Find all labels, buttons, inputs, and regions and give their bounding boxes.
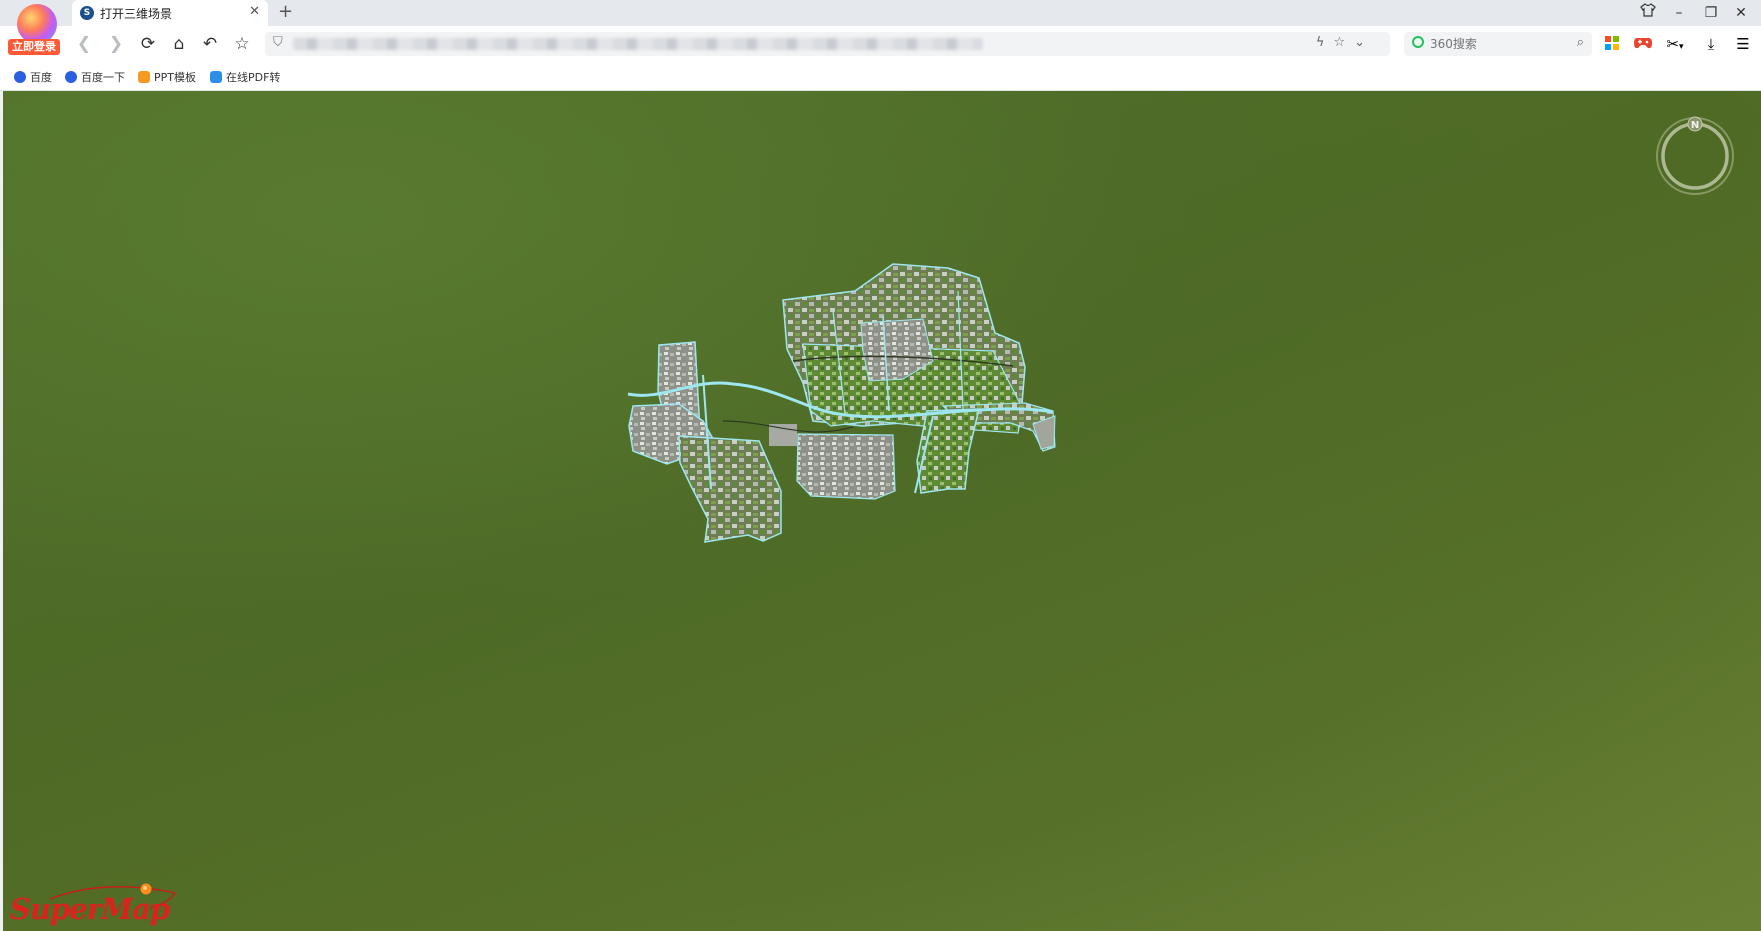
chevron-down-icon[interactable]: ⌄ bbox=[1354, 35, 1374, 50]
tab-favicon-icon: S bbox=[80, 6, 94, 20]
baidu-paw-icon bbox=[14, 71, 26, 83]
district-southwest[interactable] bbox=[678, 435, 782, 543]
favorite-star-button[interactable]: ☆ bbox=[231, 33, 253, 55]
tab-close-icon[interactable]: ✕ bbox=[249, 4, 260, 19]
supermap-wordmark: SuperMap bbox=[10, 892, 170, 926]
360-search-logo-icon bbox=[1412, 36, 1424, 48]
tab-strip: 立即登录 S 打开三维场景 ✕ + – ❐ ✕ bbox=[0, 0, 1761, 55]
tab-title: 打开三维场景 bbox=[100, 7, 173, 21]
security-shield-icon[interactable]: ⛉ bbox=[273, 35, 283, 50]
game-controller-icon[interactable] bbox=[1633, 35, 1653, 53]
district-southeast[interactable] bbox=[916, 408, 980, 494]
baidu-paw-icon bbox=[65, 71, 77, 83]
bookmark-ppt-templates[interactable]: PPT模板 bbox=[138, 69, 196, 85]
download-icon[interactable]: ⤓ bbox=[1701, 35, 1721, 53]
lightning-mode-icon[interactable]: ϟ bbox=[1316, 35, 1334, 50]
pdf-convert-icon bbox=[210, 71, 222, 83]
bookmark-pdf-convert[interactable]: 在线PDF转 bbox=[210, 69, 280, 85]
city-model[interactable] bbox=[3, 91, 1761, 931]
menu-icon[interactable]: ☰ bbox=[1733, 35, 1753, 53]
search-box[interactable]: ⌕ bbox=[1404, 32, 1592, 56]
url-text-blurred[interactable] bbox=[293, 38, 983, 50]
reload-button[interactable]: ⟳ bbox=[137, 33, 159, 55]
minimize-button[interactable]: – bbox=[1668, 3, 1690, 23]
address-actions: ϟ☆⌄ bbox=[1316, 35, 1374, 50]
close-window-button[interactable]: ✕ bbox=[1730, 3, 1752, 23]
home-button[interactable]: ⌂ bbox=[168, 33, 190, 55]
search-icon[interactable]: ⌕ bbox=[1577, 35, 1584, 50]
tab-active[interactable]: S 打开三维场景 ✕ bbox=[72, 0, 268, 26]
address-bar[interactable]: ⛉ ϟ☆⌄ bbox=[265, 32, 1390, 56]
apps-grid-icon[interactable] bbox=[1602, 35, 1622, 53]
search-input[interactable] bbox=[1430, 35, 1560, 53]
skin-shirt-icon[interactable] bbox=[1637, 3, 1659, 23]
browser-logo-icon bbox=[17, 4, 57, 44]
compass-north-label: N bbox=[1691, 120, 1699, 131]
supermap-logo: SuperMap bbox=[10, 881, 180, 931]
3d-scene-viewport[interactable]: N SuperMap bbox=[3, 91, 1761, 931]
undo-close-button[interactable]: ↶ bbox=[199, 33, 221, 55]
district-south-industrial[interactable] bbox=[796, 433, 896, 500]
compass-widget[interactable]: N bbox=[1654, 115, 1736, 197]
new-tab-button[interactable]: + bbox=[278, 1, 293, 22]
bookmark-star-icon[interactable]: ☆ bbox=[1333, 35, 1354, 50]
ppt-icon bbox=[138, 71, 150, 83]
bookmark-baidu-search[interactable]: 百度一下 bbox=[65, 69, 125, 85]
browser-account-logo[interactable]: 立即登录 bbox=[6, 2, 62, 55]
forward-button[interactable]: ❯ bbox=[105, 33, 127, 55]
bookmark-baidu[interactable]: 百度 bbox=[14, 69, 52, 85]
navigation-bar: ❮ ❯ ⟳ ⌂ ↶ ☆ ⛉ ϟ☆⌄ ⌕ ✂▾ ⤓ ☰ bbox=[0, 26, 1761, 62]
restore-button[interactable]: ❐ bbox=[1700, 3, 1722, 23]
back-button[interactable]: ❮ bbox=[73, 33, 95, 55]
screenshot-scissors-icon[interactable]: ✂▾ bbox=[1665, 35, 1685, 53]
block-grey-west bbox=[769, 424, 797, 446]
bookmarks-bar: 百度 百度一下 PPT模板 在线PDF转 bbox=[0, 62, 1761, 91]
login-badge[interactable]: 立即登录 bbox=[8, 39, 60, 55]
